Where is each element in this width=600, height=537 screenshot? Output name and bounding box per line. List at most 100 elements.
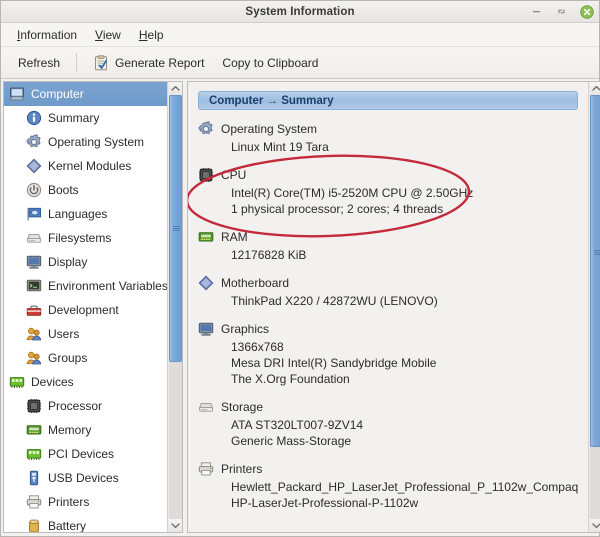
sidebar-item-label: Languages [48,207,107,221]
summary-group-printers: Printers Hewlett_Packard_HP_LaserJet_Prof… [198,461,578,511]
chevron-up-icon [592,85,600,92]
group-header: Graphics [198,321,578,337]
group-header: Printers [198,461,578,477]
sidebar-item-label: Environment Variables [48,279,167,293]
group-value: 12176828 KiB [198,247,578,263]
battery-icon [26,518,42,532]
group-value: Hewlett_Packard_HP_LaserJet_Professional… [198,479,578,495]
sidebar-item-printers[interactable]: Printers [4,490,167,514]
summary-group-operating-system: Operating SystemLinux Mint 19 Tara [198,121,578,155]
sidebar-item-operating-system[interactable]: Operating System [4,130,167,154]
group-value: ATA ST320LT007-9ZV14 [198,417,578,433]
toolbox-icon [26,302,42,318]
main-body: ComputerSummaryOperating SystemKernel Mo… [1,79,599,536]
sidebar-item-display[interactable]: Display [4,250,167,274]
sidebar-scroll-thumb[interactable] [169,95,182,362]
refresh-button[interactable]: Refresh [9,53,69,73]
summary-group-motherboard: MotherboardThinkPad X220 / 42872WU (LENO… [198,275,578,309]
sidebar-item-label: Display [48,255,87,269]
chevron-down-icon [592,522,600,529]
detail-scroll-track[interactable] [590,95,600,519]
group-header: Motherboard [198,275,578,291]
menu-information[interactable]: Information [8,26,86,44]
memory-icon [26,422,42,438]
drive-icon [198,399,214,415]
group-header: RAM [198,229,578,245]
sidebar-item-development[interactable]: Development [4,298,167,322]
sidebar-item-label: PCI Devices [48,447,114,461]
sidebar-item-label: Battery [48,519,86,532]
group-title: CPU [221,168,246,182]
pci-icon [26,446,42,462]
computer-icon [9,86,25,102]
scroll-thumb-grip [594,250,600,255]
sidebar-scroll-track[interactable] [169,95,182,519]
sidebar-item-battery[interactable]: Battery [4,514,167,532]
group-value: 1 physical processor; 2 cores; 4 threads [198,201,578,217]
title-bar: System Information [1,1,599,23]
sidebar-item-label: Development [48,303,119,317]
sidebar-item-summary[interactable]: Summary [4,106,167,130]
printer-icon [198,461,214,477]
window-controls [529,1,594,22]
copy-to-clipboard-label: Copy to Clipboard [222,56,318,70]
scroll-down-button[interactable] [169,519,182,532]
sidebar-scrollbar[interactable] [167,82,182,532]
sidebar-item-users[interactable]: Users [4,322,167,346]
sidebar-item-groups[interactable]: Groups [4,346,167,370]
sidebar-item-label: Groups [48,351,87,365]
sidebar-item-environment-variables[interactable]: Environment Variables [4,274,167,298]
group-value: HP-LaserJet-Professional-P-1102w [198,495,578,511]
generate-report-button[interactable]: Generate Report [84,52,213,74]
sidebar-item-pci-devices[interactable]: PCI Devices [4,442,167,466]
sidebar-item-kernel-modules[interactable]: Kernel Modules [4,154,167,178]
generate-report-label: Generate Report [115,56,204,70]
menu-help[interactable]: Help [130,26,173,44]
group-header: CPU [198,167,578,183]
menu-view[interactable]: View [86,26,130,44]
detail-content: Computer → Summary Operating SystemLinux… [188,82,588,532]
maximize-icon [556,6,567,17]
sidebar-item-label: Printers [48,495,89,509]
sidebar-item-filesystems[interactable]: Filesystems [4,226,167,250]
sidebar-item-memory[interactable]: Memory [4,418,167,442]
gear-icon [26,134,42,150]
summary-group-cpu: CPUIntel(R) Core(TM) i5-2520M CPU @ 2.50… [198,167,578,217]
sidebar-item-label: USB Devices [48,471,119,485]
breadcrumb: Computer → Summary [198,91,578,110]
sidebar-item-label: Filesystems [48,231,111,245]
printer-icon [26,494,42,510]
sidebar-list[interactable]: ComputerSummaryOperating SystemKernel Mo… [4,82,167,532]
breadcrumb-label: Computer → Summary [209,95,334,107]
toolbar-separator [76,53,77,72]
monitor-icon [26,254,42,270]
sidebar-item-devices[interactable]: Devices [4,370,167,394]
info-icon [26,110,42,126]
sidebar-item-computer[interactable]: Computer [4,82,167,106]
sidebar-item-boots[interactable]: Boots [4,178,167,202]
scroll-up-button[interactable] [169,82,182,95]
sidebar-item-processor[interactable]: Processor [4,394,167,418]
diamond-icon [198,275,214,291]
detail-scrollbar[interactable] [588,82,600,532]
group-value: Mesa DRI Intel(R) Sandybridge Mobile [198,355,578,371]
terminal-icon [26,278,42,294]
summary-group-ram: RAM 12176828 KiB [198,229,578,263]
sidebar-item-usb-devices[interactable]: USB Devices [4,466,167,490]
sidebar-item-languages[interactable]: Languages [4,202,167,226]
sidebar-pane: ComputerSummaryOperating SystemKernel Mo… [3,81,183,533]
sidebar-item-label: Users [48,327,79,341]
chevron-down-icon [171,522,180,529]
maximize-button[interactable] [554,4,569,19]
sidebar-item-label: Devices [31,375,74,389]
users-icon [26,326,42,342]
scroll-thumb-grip [173,226,180,231]
detail-scroll-up-button[interactable] [590,82,600,95]
copy-to-clipboard-button[interactable]: Copy to Clipboard [213,53,327,73]
detail-scroll-down-button[interactable] [590,519,600,532]
close-icon [580,5,594,19]
group-value: The X.Org Foundation [198,371,578,387]
minimize-button[interactable] [529,4,544,19]
detail-scroll-thumb[interactable] [590,95,600,447]
close-button[interactable] [579,4,594,19]
